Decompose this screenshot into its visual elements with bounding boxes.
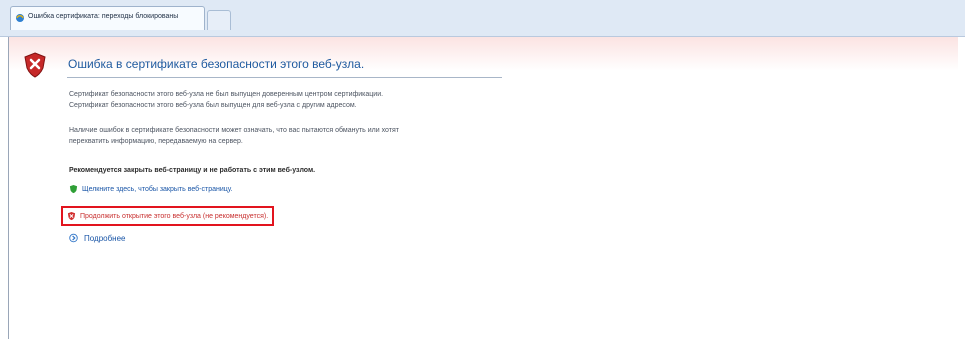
expand-circle-icon [69, 233, 78, 243]
browser-icon [16, 14, 24, 22]
tab-certificate-error[interactable]: Ошибка сертификата: переходы блокированы [10, 6, 205, 30]
tab-title: Ошибка сертификата: переходы блокированы [28, 13, 179, 20]
close-webpage-label[interactable]: Щелкните здесь, чтобы закрыть веб-страни… [82, 186, 233, 193]
more-information-link[interactable]: Подробнее [69, 231, 126, 245]
continue-to-website-link[interactable]: Продолжить открытие этого веб-узла (не р… [61, 206, 275, 226]
certificate-risk-description: Наличие ошибок в сертификате безопасност… [69, 125, 399, 147]
page-title: Ошибка в сертификате безопасности этого … [68, 57, 365, 71]
risk-line-2: перехватить информацию, передаваемую на … [69, 138, 243, 145]
certificate-problem-description: Сертификат безопасности этого веб-узла н… [69, 89, 383, 111]
description-line-1: Сертификат безопасности этого веб-узла н… [69, 91, 384, 98]
recommendation-text: Рекомендуется закрыть веб-страницу и не … [69, 167, 316, 174]
certificate-error-page: Ошибка в сертификате безопасности этого … [8, 37, 965, 339]
browser-tab-bar: Ошибка сертификата: переходы блокированы [0, 0, 965, 37]
description-line-2: Сертификат безопасности этого веб-узла б… [69, 102, 357, 109]
continue-to-website-label[interactable]: Продолжить открытие этого веб-узла (не р… [80, 213, 268, 220]
green-shield-icon [69, 184, 78, 194]
more-information-label[interactable]: Подробнее [84, 234, 126, 243]
divider [67, 77, 502, 78]
security-warning-shield-icon [24, 52, 46, 78]
red-shield-icon [67, 211, 76, 221]
new-tab-button[interactable] [207, 10, 231, 30]
risk-line-1: Наличие ошибок в сертификате безопасност… [69, 127, 399, 134]
close-webpage-link[interactable]: Щелкните здесь, чтобы закрыть веб-страни… [69, 182, 233, 196]
